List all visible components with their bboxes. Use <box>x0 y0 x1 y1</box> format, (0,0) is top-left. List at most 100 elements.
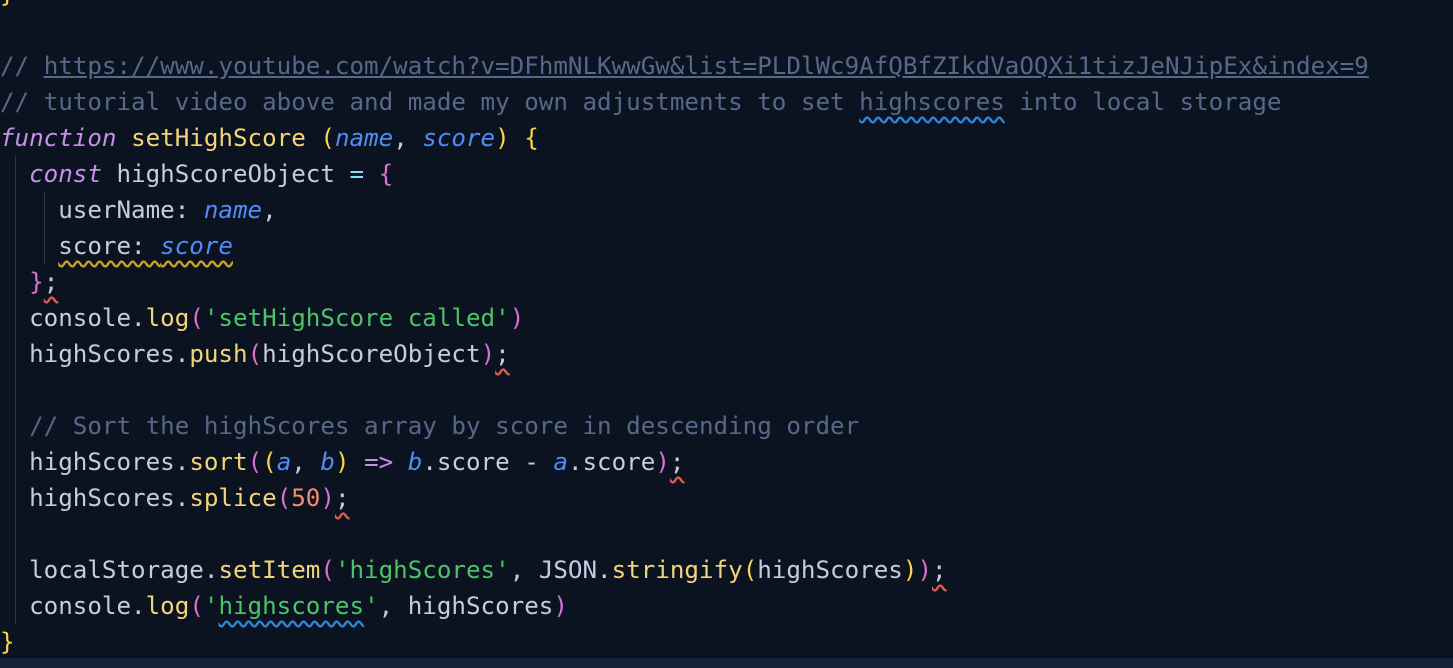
editor-bottom-strip <box>0 658 1453 668</box>
indent-guide <box>44 228 46 264</box>
code-token: stringify <box>611 556 743 584</box>
code-token: ) <box>917 556 932 584</box>
indent-guide <box>15 300 16 336</box>
code-token: , highScores <box>378 592 554 620</box>
code-line[interactable]: } <box>0 624 1369 660</box>
code-line[interactable] <box>0 372 1369 408</box>
code-line[interactable]: console.log('setHighScore called') <box>0 300 1369 336</box>
indent-guide <box>15 552 16 588</box>
code-token: highscores <box>859 88 1005 116</box>
code-token: score <box>160 232 233 260</box>
code-line[interactable]: function setHighScore (name, score) { <box>0 120 1369 156</box>
code-token: , <box>291 448 321 476</box>
code-token: console. <box>0 592 146 620</box>
code-token: ( <box>189 592 204 620</box>
code-token: ( <box>247 448 263 476</box>
code-token: ) <box>655 448 670 476</box>
code-line[interactable] <box>0 516 1369 552</box>
code-token: { <box>378 160 394 188</box>
code-token: ' <box>364 592 379 620</box>
code-token: ' <box>203 592 219 620</box>
code-token: } <box>0 628 15 656</box>
code-editor[interactable]: } // https://www.youtube.com/watch?v=DFhm… <box>0 0 1453 668</box>
indent-guide <box>15 372 16 408</box>
code-token: ; <box>495 340 510 368</box>
code-line[interactable]: const highScoreObject = { <box>0 156 1369 192</box>
indent-guide <box>44 192 46 228</box>
code-line[interactable]: highScores.sort((a, b) => b.score - a.sc… <box>0 444 1369 480</box>
indent-guide <box>15 264 16 300</box>
code-line[interactable]: // tutorial video above and made my own … <box>0 84 1369 120</box>
code-line[interactable]: // Sort the highScores array by score in… <box>0 408 1369 444</box>
code-token: score <box>422 124 496 152</box>
code-token: ( <box>276 484 292 512</box>
code-token: function <box>0 124 117 152</box>
code-line[interactable]: highScores.push(highScoreObject); <box>0 336 1369 372</box>
indent-guide <box>15 192 16 228</box>
code-token: ( <box>262 448 277 476</box>
code-token: .score <box>567 448 656 476</box>
code-line[interactable]: localStorage.setItem('highScores', JSON.… <box>0 552 1369 588</box>
code-token: ) <box>480 340 496 368</box>
code-token: b <box>320 448 335 476</box>
code-token: a <box>553 448 568 476</box>
code-token: ( <box>189 304 204 332</box>
code-token: console. <box>0 304 146 332</box>
code-token: log <box>145 592 190 620</box>
code-token: highScores <box>757 556 903 584</box>
code-area[interactable]: } // https://www.youtube.com/watch?v=DFhm… <box>0 0 1369 660</box>
code-line[interactable]: highScores.splice(50); <box>0 480 1369 516</box>
code-token: ) <box>553 592 568 620</box>
code-token: 50 <box>291 484 321 512</box>
indent-guide <box>15 480 16 516</box>
code-line[interactable]: score: score <box>0 228 1369 264</box>
code-token: ( <box>320 124 335 152</box>
indent-guide <box>15 516 16 552</box>
code-token: sort <box>189 448 248 476</box>
code-line[interactable]: console.log('highscores', highScores) <box>0 588 1369 624</box>
code-token: into local storage <box>1004 88 1282 116</box>
code-token: .score <box>422 448 525 476</box>
code-token: ( <box>742 556 758 584</box>
code-token: highScoreObject <box>101 160 350 188</box>
code-line[interactable]: userName: name, <box>0 192 1369 228</box>
code-token: setHighScore <box>131 124 306 152</box>
indent-guide <box>15 444 16 480</box>
indent-guide <box>15 336 16 372</box>
code-token: name <box>334 124 394 152</box>
code-token: ( <box>320 556 335 584</box>
indent-guide <box>15 408 16 444</box>
indent-guide <box>15 156 16 192</box>
code-token: = <box>349 160 365 188</box>
code-token: } <box>0 0 15 8</box>
code-token: } <box>29 268 44 296</box>
code-line[interactable]: // https://www.youtube.com/watch?v=DFhmN… <box>0 48 1369 84</box>
code-token: => <box>364 448 394 476</box>
code-token: highScoreObject <box>262 340 481 368</box>
code-token: ) <box>495 124 510 152</box>
indent-guide <box>15 588 16 624</box>
code-token: localStorage. <box>0 556 219 584</box>
code-line[interactable] <box>0 12 1369 48</box>
code-line[interactable]: }; <box>0 264 1369 300</box>
code-token: ) <box>509 304 525 332</box>
code-token: ; <box>932 556 947 584</box>
code-token: userName: <box>0 196 204 224</box>
code-line[interactable]: } <box>0 0 1369 12</box>
code-token: highScores. <box>0 484 190 512</box>
code-token: highscores <box>218 592 365 620</box>
code-token: // Sort the highScores array by score in… <box>0 412 860 440</box>
code-token: ; <box>43 268 59 296</box>
code-token: , JSON. <box>509 556 612 584</box>
code-token: score: <box>58 232 161 260</box>
code-token: setItem <box>218 556 321 584</box>
code-token: highScores. <box>0 448 190 476</box>
code-token: 'highScores' <box>334 556 510 584</box>
code-token: ) <box>320 484 335 512</box>
code-token: name <box>203 196 263 224</box>
